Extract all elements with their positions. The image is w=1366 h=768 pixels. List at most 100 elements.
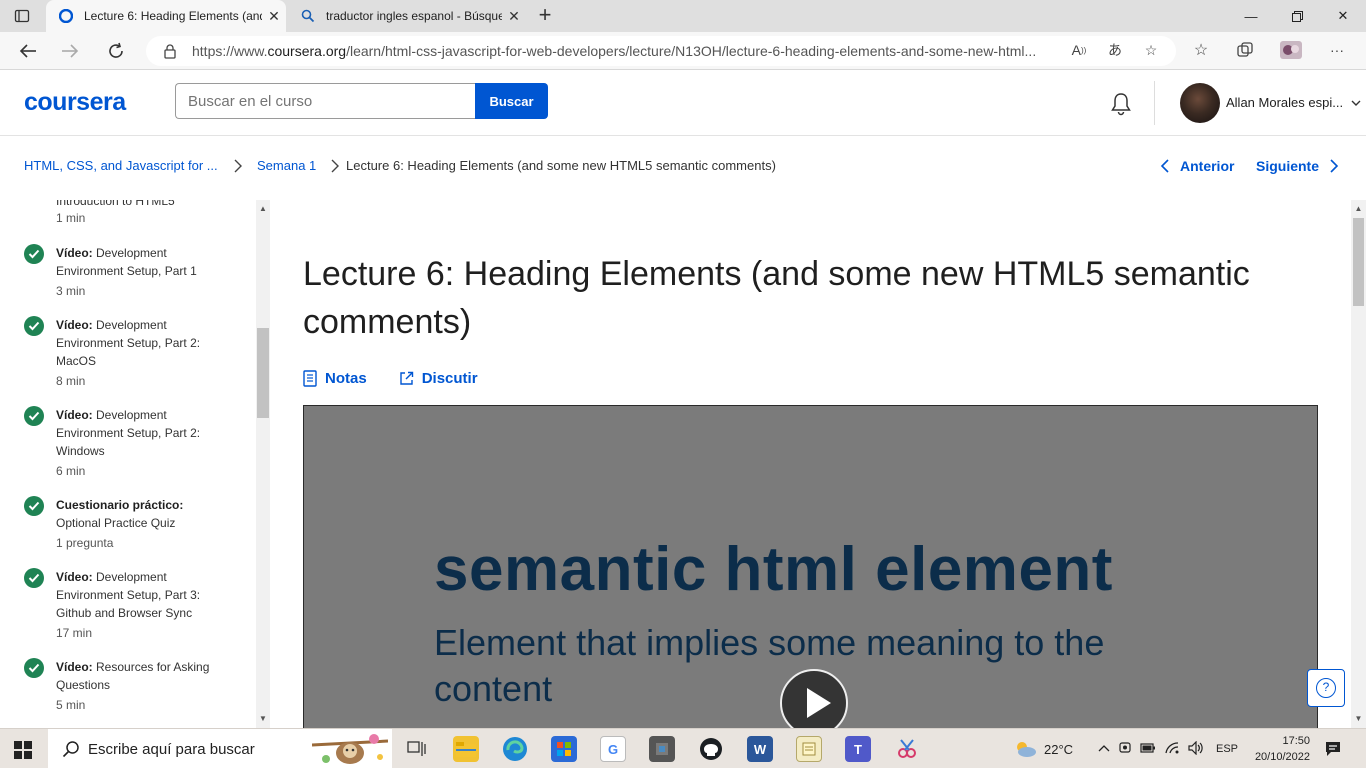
notes-button[interactable]: Notas <box>303 370 367 387</box>
breadcrumb-week[interactable]: Semana 1 <box>257 158 316 173</box>
item-duration: 6 min <box>56 464 86 478</box>
course-sidebar: Introduction to HTML5 1 min Vídeo: Devel… <box>0 200 270 728</box>
clipped-item-title[interactable]: Introduction to HTML5 <box>56 200 175 208</box>
lock-icon[interactable] <box>162 43 178 59</box>
notification-center-icon[interactable] <box>1324 740 1342 758</box>
github-icon[interactable] <box>698 736 724 762</box>
item-type: Vídeo: <box>56 660 93 674</box>
avatar[interactable] <box>1180 83 1220 123</box>
next-label: Siguiente <box>1256 158 1320 174</box>
forward-icon[interactable] <box>58 39 82 63</box>
header-divider <box>1154 81 1155 125</box>
chevron-right-icon <box>1330 159 1339 173</box>
search-favicon-icon <box>300 8 316 24</box>
url-path: /learn/html-css-javascript-for-web-devel… <box>346 43 1037 59</box>
chevron-up-icon[interactable] <box>1098 742 1110 756</box>
volume-icon[interactable] <box>1188 740 1204 758</box>
language-indicator[interactable]: ESP <box>1216 743 1238 755</box>
play-icon[interactable] <box>780 669 848 728</box>
windows-start-icon[interactable] <box>14 741 32 759</box>
add-favorite-icon[interactable]: ☆ <box>1140 39 1162 61</box>
weather-widget[interactable]: 22°C <box>1012 729 1073 768</box>
previous-button[interactable]: Anterior <box>1160 158 1234 174</box>
refresh-icon[interactable] <box>104 39 128 63</box>
app-icon[interactable] <box>649 736 675 762</box>
microsoft-store-icon[interactable] <box>551 736 577 762</box>
windows-taskbar: Escribe aquí para buscar G W T 22°C ESP … <box>0 728 1366 768</box>
coursera-logo[interactable]: coursera <box>24 88 126 117</box>
address-bar[interactable]: https://www.coursera.org/learn/html-css-… <box>146 36 1176 66</box>
username[interactable]: Allan Morales espi... <box>1226 95 1343 110</box>
course-search-input[interactable] <box>175 83 475 119</box>
previous-label: Anterior <box>1180 158 1235 174</box>
collections-icon[interactable] <box>1234 39 1256 61</box>
chevron-left-icon <box>1160 159 1169 173</box>
tab-title: Lecture 6: Heading Elements (and some ne… <box>84 9 262 23</box>
translate-icon[interactable]: あ <box>1104 39 1126 61</box>
profile-avatar-icon[interactable] <box>1280 39 1302 61</box>
search-icon <box>62 741 79 758</box>
breadcrumb-course[interactable]: HTML, CSS, and Javascript for ... <box>24 158 218 173</box>
clock-time: 17:50 <box>1282 735 1310 747</box>
clipped-item-duration: 1 min <box>56 211 86 225</box>
google-chrome-app-icon[interactable]: G <box>600 736 626 762</box>
external-link-icon <box>399 371 413 385</box>
url-prefix: https://www. <box>192 43 268 59</box>
search-button[interactable]: Buscar <box>475 83 548 119</box>
task-view-icon[interactable] <box>404 736 430 762</box>
chevron-down-icon[interactable] <box>1350 97 1362 109</box>
new-tab-icon[interactable]: + <box>534 4 556 26</box>
scrollbar-thumb[interactable] <box>257 328 269 418</box>
checkmark-icon <box>24 568 44 588</box>
item-duration: 8 min <box>56 374 86 388</box>
close-tab-icon[interactable]: ✕ <box>502 8 526 25</box>
close-tab-icon[interactable]: ✕ <box>262 8 286 25</box>
page-title: Lecture 6: Heading Elements (and some ne… <box>303 255 1250 341</box>
battery-icon[interactable] <box>1140 742 1156 757</box>
help-button[interactable]: ? <box>1307 669 1345 707</box>
webcam-icon[interactable] <box>1118 741 1132 758</box>
notes-label: Notas <box>325 370 367 387</box>
more-options-icon[interactable]: ··· <box>1326 39 1348 61</box>
scroll-down-icon[interactable]: ▼ <box>258 714 268 724</box>
taskbar-search-placeholder: Escribe aquí para buscar <box>88 740 255 758</box>
checkmark-icon <box>24 496 44 516</box>
tab-title: traductor ingles espanol - Búsqueda <box>326 9 502 23</box>
edge-browser-icon[interactable] <box>502 736 528 762</box>
tab-actions-icon[interactable] <box>14 8 30 24</box>
restore-icon[interactable] <box>1274 0 1320 32</box>
wifi-icon[interactable] <box>1164 741 1180 758</box>
browser-tab-translator[interactable]: traductor ingles espanol - Búsqueda ✕ <box>288 0 526 32</box>
checkmark-icon <box>24 406 44 426</box>
notes-icon <box>303 370 317 387</box>
back-icon[interactable] <box>16 39 40 63</box>
scrollbar-thumb[interactable] <box>1353 218 1364 306</box>
browser-toolbar: https://www.coursera.org/learn/html-css-… <box>0 32 1366 70</box>
notes-app-icon[interactable] <box>796 736 822 762</box>
discuss-button[interactable]: Discutir <box>399 370 478 387</box>
scroll-up-icon[interactable]: ▲ <box>1353 204 1364 214</box>
taskbar-clock[interactable]: 17:50 20/10/2022 <box>1250 733 1310 765</box>
snipping-tool-icon[interactable] <box>894 736 920 762</box>
minimize-icon[interactable]: — <box>1228 0 1274 32</box>
search-highlight-icon <box>312 734 388 764</box>
close-window-icon[interactable]: ✕ <box>1320 0 1366 32</box>
read-aloud-icon[interactable]: A)) <box>1068 39 1090 61</box>
scroll-up-icon[interactable]: ▲ <box>258 204 268 214</box>
browser-tab-coursera[interactable]: Lecture 6: Heading Elements (and some ne… <box>46 0 286 32</box>
url-domain: coursera.org <box>267 43 347 59</box>
favorites-icon[interactable]: ☆ <box>1190 39 1212 61</box>
teams-icon[interactable]: T <box>845 736 871 762</box>
notifications-bell-icon[interactable] <box>1108 91 1134 117</box>
item-type: Vídeo: <box>56 408 93 422</box>
file-explorer-icon[interactable] <box>453 736 479 762</box>
sidebar-scrollbar[interactable]: ▲ ▼ <box>256 200 270 728</box>
page-scrollbar[interactable]: ▲ ▼ <box>1351 200 1366 728</box>
discuss-label: Discutir <box>421 370 478 387</box>
word-icon[interactable]: W <box>747 736 773 762</box>
video-player[interactable]: semantic html element Element that impli… <box>303 405 1318 728</box>
next-button[interactable]: Siguiente <box>1256 158 1339 174</box>
scroll-down-icon[interactable]: ▼ <box>1353 714 1364 724</box>
breadcrumb: HTML, CSS, and Javascript for ... Semana… <box>0 136 1366 196</box>
taskbar-search[interactable]: Escribe aquí para buscar <box>48 729 392 768</box>
